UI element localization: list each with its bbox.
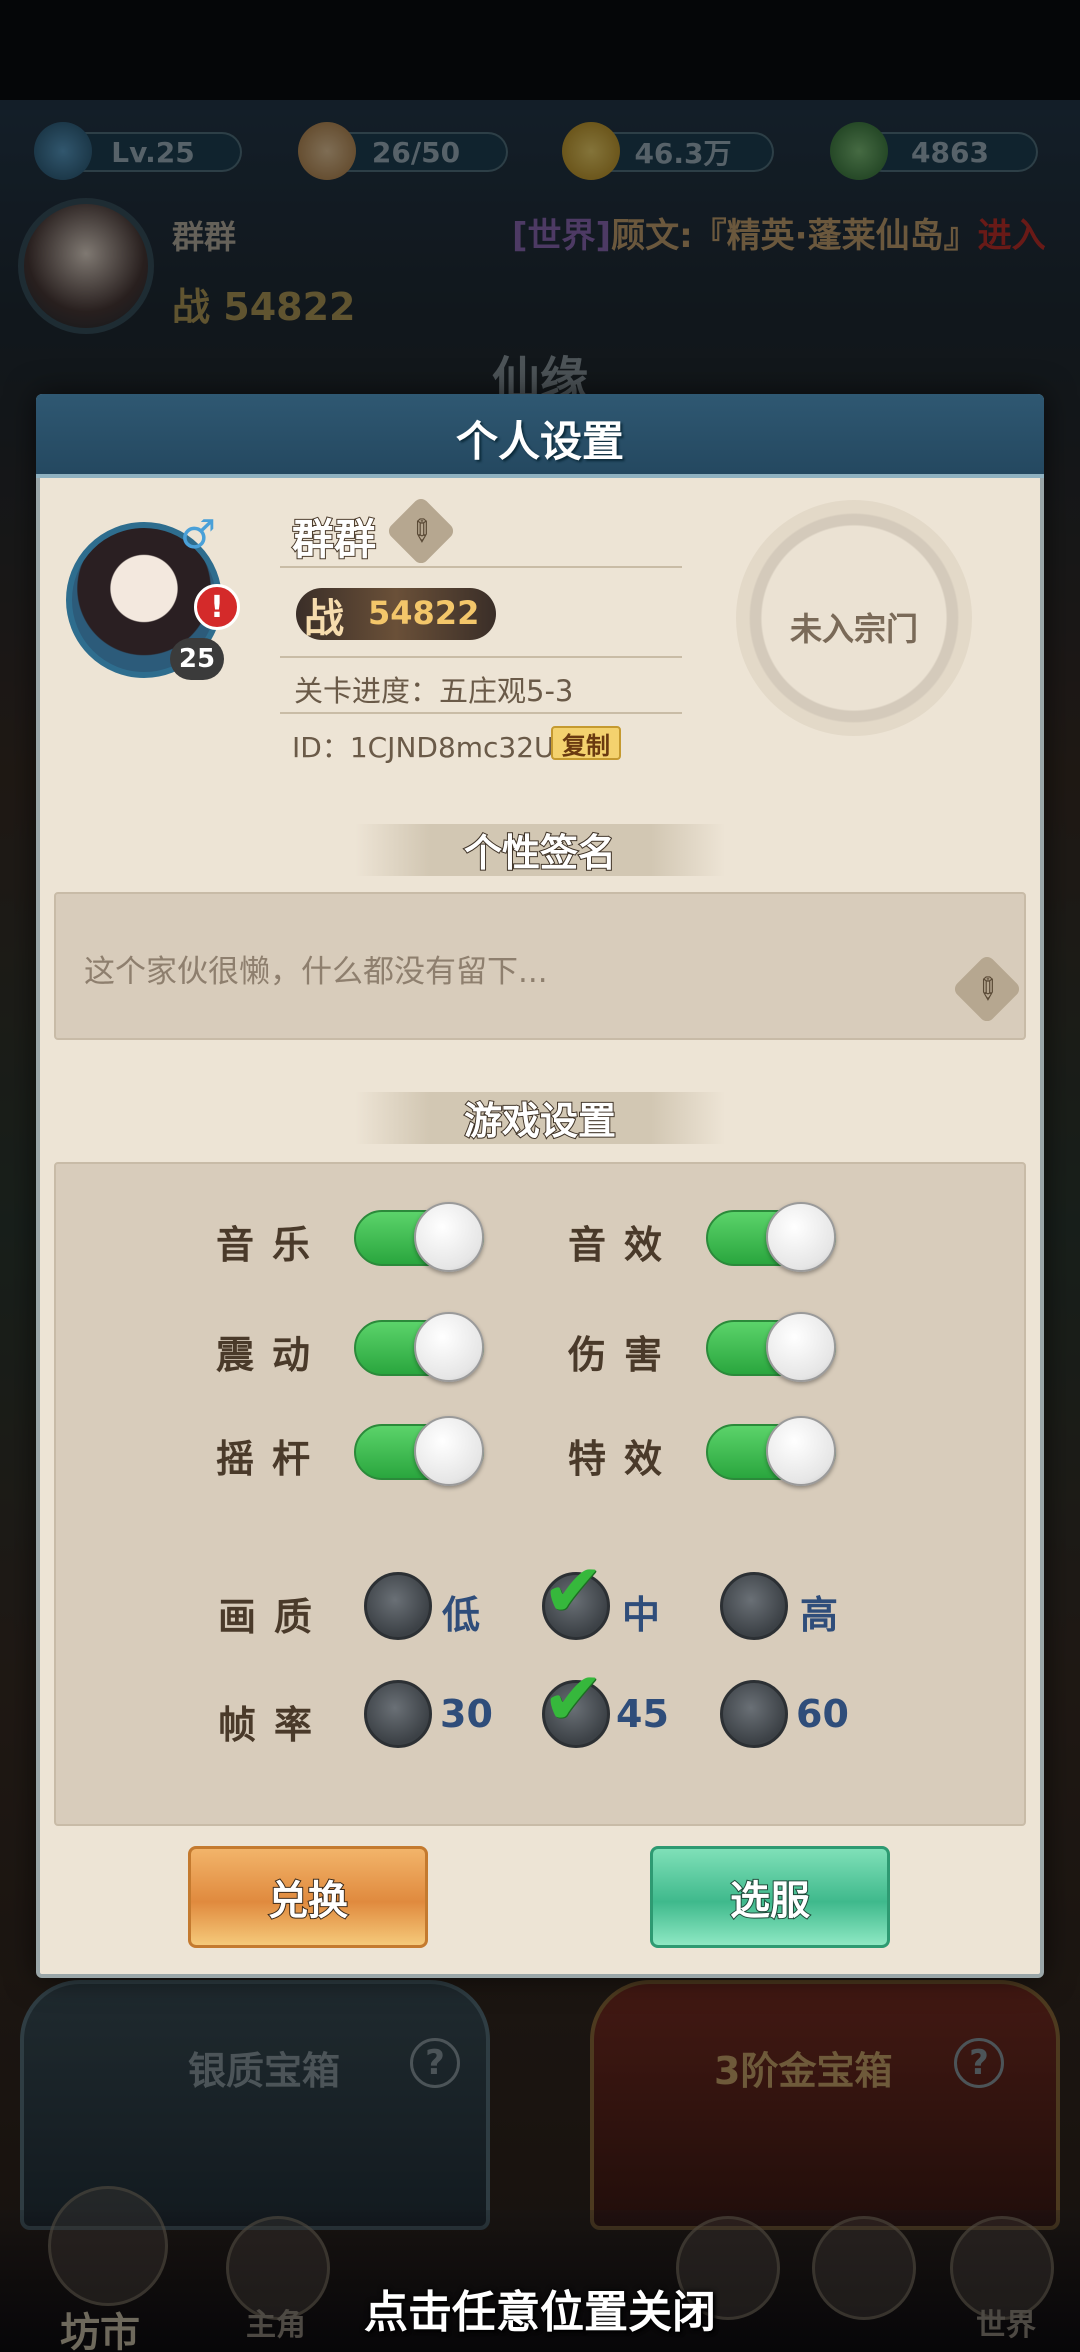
male-gender-icon: ♂ bbox=[180, 512, 216, 558]
sound-effect-label: 音效 bbox=[568, 1223, 681, 1267]
check-icon: ✔ bbox=[542, 1656, 605, 1742]
quality-label: 画质 bbox=[218, 1595, 331, 1639]
sect-status: 未入宗门 bbox=[789, 610, 918, 648]
music-toggle-knob[interactable] bbox=[414, 1202, 484, 1272]
signature-title: 个性签名 bbox=[463, 830, 617, 876]
framerate-60-label[interactable]: 60 bbox=[796, 1692, 849, 1736]
vibration-toggle-knob[interactable] bbox=[414, 1312, 484, 1382]
framerate-45-label[interactable]: 45 bbox=[616, 1692, 669, 1736]
quality-mid-label[interactable]: 中 bbox=[622, 1584, 660, 1639]
joystick-label: 摇杆 bbox=[216, 1437, 329, 1481]
joystick-toggle-knob[interactable] bbox=[414, 1416, 484, 1486]
select-server-button[interactable]: 选服 bbox=[650, 1846, 890, 1948]
sound-effect-toggle-knob[interactable] bbox=[766, 1202, 836, 1272]
divider bbox=[280, 656, 682, 658]
signature-text: 这个家伙很懒，什么都没有留下... bbox=[84, 954, 548, 990]
alert-mark: ! bbox=[210, 589, 224, 625]
game-settings-title: 游戏设置 bbox=[463, 1098, 617, 1144]
framerate-30-radio[interactable] bbox=[364, 1680, 432, 1748]
stage-progress: 关卡进度：五庄观5-3 bbox=[294, 674, 574, 708]
level-badge: 25 bbox=[170, 638, 224, 680]
close-hint[interactable]: 点击任意位置关闭 bbox=[0, 2276, 1080, 2340]
check-icon: ✔ bbox=[542, 1548, 605, 1634]
effects-label: 特效 bbox=[568, 1437, 681, 1481]
alert-badge-icon: ! bbox=[194, 584, 240, 630]
profile-name: 群群 bbox=[291, 514, 377, 565]
damage-toggle-knob[interactable] bbox=[766, 1312, 836, 1382]
damage-label: 伤害 bbox=[568, 1333, 681, 1377]
divider bbox=[280, 712, 682, 714]
framerate-label: 帧率 bbox=[218, 1703, 331, 1747]
framerate-60-radio[interactable] bbox=[720, 1680, 788, 1748]
divider bbox=[280, 566, 682, 568]
vibration-label: 震动 bbox=[216, 1333, 329, 1377]
quality-high-label[interactable]: 高 bbox=[800, 1584, 838, 1639]
exchange-button[interactable]: 兑换 bbox=[188, 1846, 428, 1948]
top-black-bar bbox=[0, 0, 1080, 100]
copy-id-button[interactable]: 复制 bbox=[551, 726, 621, 760]
framerate-30-label[interactable]: 30 bbox=[440, 1692, 493, 1736]
player-id: ID：1CJND8mc32U bbox=[292, 731, 555, 764]
dialog-title: 个人设置 bbox=[455, 417, 624, 466]
quality-low-radio[interactable] bbox=[364, 1572, 432, 1640]
quality-high-radio[interactable] bbox=[720, 1572, 788, 1640]
game-settings-box bbox=[54, 1162, 1026, 1826]
power-char: 战 bbox=[304, 596, 344, 642]
quality-low-label[interactable]: 低 bbox=[442, 1584, 480, 1639]
music-label: 音乐 bbox=[216, 1223, 329, 1267]
effects-toggle-knob[interactable] bbox=[766, 1416, 836, 1486]
power-value: 54822 bbox=[368, 594, 480, 632]
